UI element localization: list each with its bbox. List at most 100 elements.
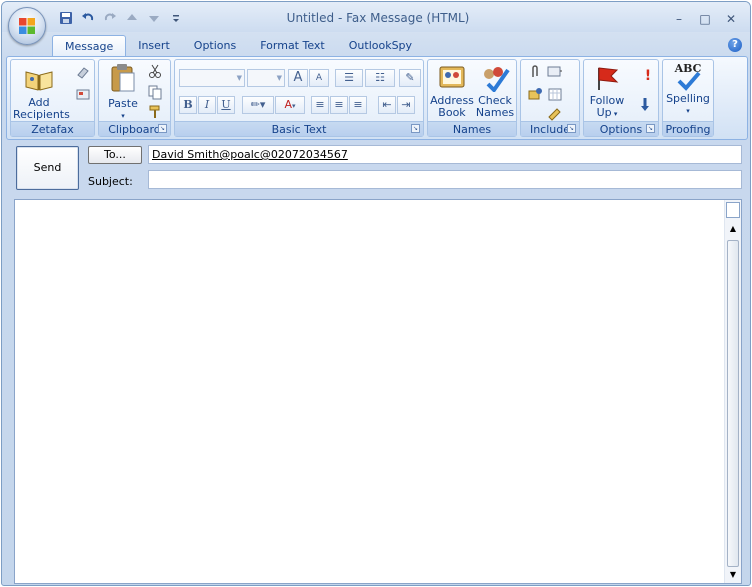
close-button[interactable]: ✕	[718, 10, 744, 28]
help-icon[interactable]: ?	[728, 38, 742, 52]
attach-file-icon[interactable]	[527, 64, 543, 80]
paste-button[interactable]: Paste ▾	[103, 63, 143, 122]
calendar-icon[interactable]	[547, 86, 563, 102]
bullets-button[interactable]: ☰	[335, 69, 363, 87]
check-names-icon	[484, 67, 510, 94]
to-recipient[interactable]: David Smith@poalc@02072034567	[152, 148, 348, 161]
minimize-button[interactable]: –	[666, 10, 692, 28]
add-recipients-label-line2: Recipients	[13, 108, 70, 121]
tab-options[interactable]: Options	[182, 35, 248, 57]
address-book-open-icon	[25, 71, 53, 91]
align-right-button[interactable]: ≡	[349, 96, 367, 114]
spelling-dropdown-icon[interactable]: ▾	[663, 105, 713, 117]
align-left-button[interactable]: ≡	[311, 96, 329, 114]
high-importance-icon[interactable]: !	[640, 68, 656, 84]
address-book-button[interactable]: Address Book	[430, 64, 474, 119]
numbering-icon: ☷	[375, 71, 385, 84]
numbering-button[interactable]: ☷	[365, 69, 395, 87]
underline-button[interactable]: U	[217, 96, 235, 114]
signature-icon[interactable]	[547, 105, 563, 121]
align-center-icon: ≡	[334, 98, 344, 111]
business-card-icon[interactable]	[527, 86, 543, 102]
maximize-button[interactable]: □	[692, 10, 718, 28]
office-button[interactable]	[8, 7, 46, 45]
font-size-combo[interactable]: ▼	[247, 69, 285, 87]
subject-label: Subject:	[88, 175, 133, 188]
group-options: Follow Up ▾ ! Options ↘	[583, 59, 659, 137]
scroll-down-icon[interactable]: ▼	[725, 568, 741, 582]
group-label-zetafax: Zetafax	[11, 121, 94, 136]
address-book-label-line2: Book	[438, 106, 466, 119]
format-painter-icon[interactable]	[147, 104, 163, 120]
subject-field[interactable]	[148, 170, 742, 189]
grow-font-button[interactable]: A	[288, 69, 308, 87]
to-field[interactable]: David Smith@poalc@02072034567	[148, 145, 742, 164]
shrink-font-button[interactable]: A	[309, 69, 329, 87]
decrease-indent-button[interactable]: ⇤	[378, 96, 396, 114]
check-names-label-line2: Names	[475, 106, 515, 119]
font-name-combo[interactable]: ▼	[179, 69, 245, 87]
group-label-names: Names	[428, 121, 516, 136]
align-right-icon: ≡	[353, 98, 363, 111]
ruler-toggle-icon[interactable]	[726, 202, 740, 218]
cut-icon[interactable]	[147, 63, 163, 79]
follow-up-button[interactable]: Follow Up ▾	[586, 64, 628, 120]
to-button[interactable]: To...	[88, 146, 142, 164]
follow-up-flag-icon	[598, 67, 619, 90]
group-zetafax: Add Recipients Zetafax	[10, 59, 95, 137]
options-launcher-icon[interactable]: ↘	[646, 124, 655, 133]
clear-formatting-icon: ✎	[405, 71, 415, 84]
increase-indent-icon: ⇥	[401, 98, 411, 111]
ribbon-tabs: Message Insert Options Format Text Outlo…	[52, 35, 424, 57]
ribbon: Add Recipients Zetafax Paste ▾ Clipboard	[6, 56, 748, 140]
decrease-indent-icon: ⇤	[382, 98, 392, 111]
send-button[interactable]: Send	[16, 146, 79, 190]
group-clipboard: Paste ▾ Clipboard ↘	[98, 59, 171, 137]
spelling-button[interactable]: ABC Spelling ▾	[663, 63, 713, 117]
tab-outlookspy[interactable]: OutlookSpy	[337, 35, 424, 57]
include-launcher-icon[interactable]: ↘	[567, 124, 576, 133]
group-label-basic-text: Basic Text	[175, 121, 423, 136]
spelling-label: Spelling	[666, 92, 710, 105]
clear-formatting-button[interactable]: ✎	[399, 69, 421, 87]
card-icon[interactable]	[75, 86, 91, 102]
group-label-proofing: Proofing	[663, 121, 713, 136]
increase-indent-button[interactable]: ⇥	[397, 96, 415, 114]
tab-insert[interactable]: Insert	[126, 35, 182, 57]
paste-label: Paste	[108, 97, 138, 110]
highlight-icon: ✏▾	[250, 98, 266, 111]
align-left-icon: ≡	[315, 98, 325, 111]
eraser-icon[interactable]	[75, 64, 91, 80]
font-color-button[interactable]: A▾	[275, 96, 305, 114]
group-basic-text: ▼ ▼ A A ☰ ☷ ✎ B I U ✏▾ A▾ ≡ ≡ ≡ ⇤ ⇥ Basi…	[174, 59, 424, 137]
scroll-up-icon[interactable]: ▲	[725, 222, 741, 236]
copy-icon[interactable]	[147, 84, 163, 100]
bullets-icon: ☰	[344, 71, 354, 84]
vertical-scrollbar[interactable]: ▲ ▼	[724, 200, 741, 583]
low-importance-icon[interactable]	[637, 96, 653, 112]
message-body[interactable]: ▲ ▼	[14, 199, 742, 584]
window-title: Untitled - Fax Message (HTML)	[286, 11, 470, 25]
attach-item-icon[interactable]	[547, 64, 563, 80]
italic-button[interactable]: I	[198, 96, 216, 114]
title-bar: Untitled - Fax Message (HTML) – □ ✕	[2, 2, 750, 32]
bold-button[interactable]: B	[179, 96, 197, 114]
basic-text-launcher-icon[interactable]: ↘	[411, 124, 420, 133]
group-proofing: ABC Spelling ▾ Proofing	[662, 59, 714, 137]
tab-message[interactable]: Message	[52, 35, 127, 57]
spelling-icon: ABC	[663, 63, 713, 93]
add-recipients-button[interactable]: Add Recipients	[13, 64, 70, 121]
tab-format-text[interactable]: Format Text	[248, 35, 337, 57]
clipboard-launcher-icon[interactable]: ↘	[158, 124, 167, 133]
group-names: Address Book Check Names Names	[427, 59, 517, 137]
align-center-button[interactable]: ≡	[330, 96, 348, 114]
follow-up-label-line2: Up ▾	[596, 106, 618, 119]
check-names-button[interactable]: Check Names	[474, 64, 516, 119]
font-color-icon: A	[284, 98, 292, 111]
address-book-icon	[439, 66, 465, 88]
scroll-thumb[interactable]	[727, 240, 739, 567]
paste-icon	[111, 64, 135, 92]
group-include: Include ↘	[520, 59, 580, 137]
highlight-button[interactable]: ✏▾	[242, 96, 274, 114]
fax-message-window: Untitled - Fax Message (HTML) – □ ✕ Mess…	[1, 1, 751, 586]
